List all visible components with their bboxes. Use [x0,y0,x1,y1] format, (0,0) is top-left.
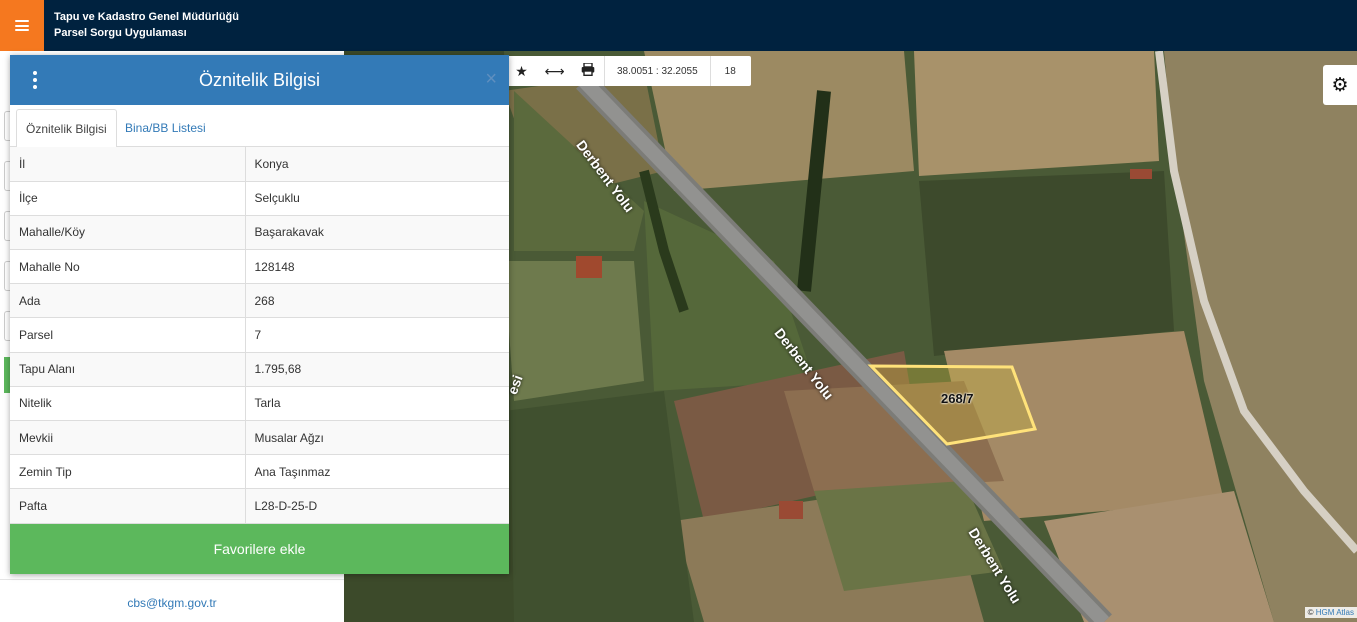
table-row: Tapu Alanı 1.795,68 [10,352,509,387]
app-title-line1: Tapu ve Kadastro Genel Müdürlüğü [54,11,239,23]
table-row: Ada 268 [10,283,509,319]
footer-divider [0,579,344,580]
attribute-table: İl Konya İlçe Selçuklu Mahalle/Köy Başarakava… [10,147,509,524]
table-row: Mahalle/Köy Başarakavak [10,215,509,251]
attribute-key: İl [10,147,246,182]
table-row: Mahalle No 128148 [10,249,509,285]
table-row: Pafta L28-D-25-D [10,488,509,524]
attribute-key: Pafta [10,488,246,524]
attribute-key: Mahalle/Köy [10,215,246,251]
tab-building-list[interactable]: Bina/BB Listesi [116,109,215,148]
attribute-key: Nitelik [10,386,246,422]
menu-button[interactable] [0,0,44,51]
attribute-info-popup: Öznitelik Bilgisi × Öznitelik Bilgisi Bi… [10,55,509,574]
table-row: Mevkii Musalar Ağzı [10,420,509,456]
attribute-key: Ada [10,283,246,319]
popup-tabs: Öznitelik Bilgisi Bina/BB Listesi [10,105,509,148]
hamburger-icon [15,20,29,31]
attribution-link[interactable]: HGM Atlas [1316,608,1354,617]
zoom-level: 18 [724,65,736,77]
attribute-value: Tarla [245,386,509,422]
table-row: Parsel 7 [10,317,509,353]
table-row: Nitelik Tarla [10,386,509,422]
map-toolbar: ★ ⟷ 38.0051 : 32.2055 18 [505,56,751,86]
kebab-menu-icon[interactable] [30,71,40,89]
attribute-value: Selçuklu [245,181,509,216]
printer-icon [581,62,595,79]
attribute-value: Başarakavak [245,215,509,251]
settings-button[interactable]: ⚙ [1323,65,1357,105]
coordinate-readout: 38.0051 : 32.2055 [604,56,711,86]
attribute-key: Parsel [10,317,246,353]
attribute-key: Zemin Tip [10,454,246,490]
attribute-value: 128148 [245,249,509,285]
popup-title: Öznitelik Bilgisi [198,70,321,90]
table-row: İlçe Selçuklu [10,181,509,216]
app-title: Tapu ve Kadastro Genel Müdürlüğü Parsel … [54,9,239,41]
attribute-value: 1.795,68 [245,352,509,387]
measure-button[interactable]: ⟷ [538,56,571,86]
popup-header: Öznitelik Bilgisi × [10,55,509,105]
parcel-label: 268/7 [941,391,974,406]
attribute-value: Ana Taşınmaz [245,454,509,490]
app-header: Tapu ve Kadastro Genel Müdürlüğü Parsel … [0,0,1357,51]
attribute-value: L28-D-25-D [245,488,509,524]
attribute-value: Konya [245,147,509,182]
map-attribution: © HGM Atlas [1304,607,1357,618]
star-icon: ★ [515,62,528,79]
app-title-line2: Parsel Sorgu Uygulaması [54,27,187,39]
attribute-key: İlçe [10,181,246,216]
gear-icon: ⚙ [1331,74,1349,96]
measure-arrows-icon: ⟷ [544,62,565,79]
attribute-value: Musalar Ağzı [245,420,509,456]
close-icon[interactable]: × [485,69,497,89]
attribute-value: 7 [245,317,509,353]
attribution-prefix: © [1307,608,1314,617]
favorites-button[interactable]: ★ [505,56,538,86]
contact-email-link[interactable]: cbs@tkgm.gov.tr [0,596,344,610]
add-to-favorites-button[interactable]: Favorilere ekle [10,524,509,574]
tab-attribute-info[interactable]: Öznitelik Bilgisi [16,109,117,148]
attribute-key: Mevkii [10,420,246,456]
print-button[interactable] [571,56,604,86]
attribute-key: Mahalle No [10,249,246,285]
table-row: Zemin Tip Ana Taşınmaz [10,454,509,490]
attribute-value: 268 [245,283,509,319]
table-row: İl Konya [10,147,509,182]
attribute-key: Tapu Alanı [10,352,246,387]
